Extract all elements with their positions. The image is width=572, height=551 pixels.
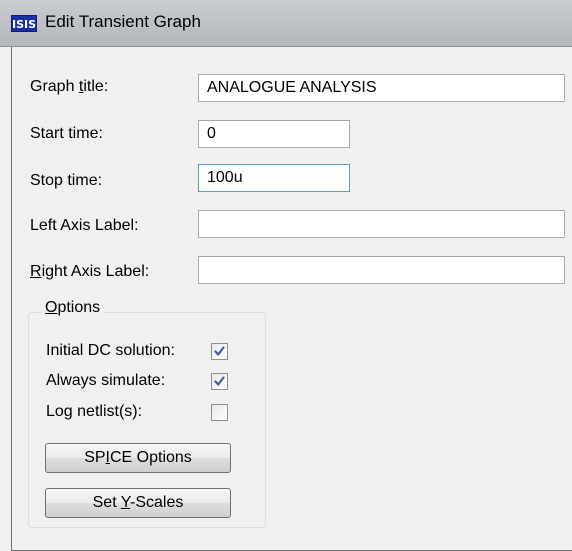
initial-dc-solution-checkbox[interactable] [211,343,228,360]
graph-title-label: Graph title: [30,78,109,95]
start-time-input[interactable]: 0 [198,120,350,148]
stop-time-input[interactable]: 100u [198,164,350,192]
svg-text:ISIS: ISIS [12,18,36,31]
right-axis-label-input[interactable] [198,256,565,284]
set-y-scales-button[interactable]: Set Y-Scales [45,488,231,518]
initial-dc-solution-label: Initial DC solution: [46,342,175,359]
always-simulate-checkbox[interactable] [211,373,228,390]
right-axis-label-label: Right Axis Label: [30,263,150,280]
options-group-title: Options [42,299,104,317]
log-netlists-checkbox[interactable] [211,404,228,421]
stop-time-label: Stop time: [30,172,103,189]
left-axis-label-input[interactable] [198,210,565,238]
left-axis-label-label: Left Axis Label: [30,217,139,234]
graph-title-input[interactable]: ANALOGUE ANALYSIS [198,74,565,102]
edit-transient-graph-dialog: ISIS Edit Transient Graph Graph title: A… [0,0,572,551]
dialog-body: Graph title: ANALOGUE ANALYSIS Start tim… [11,47,572,551]
check-mark-icon [214,346,225,356]
spice-options-button[interactable]: SPICE Options [45,443,231,473]
window-title: Edit Transient Graph [45,12,201,31]
log-netlists-label: Log netlist(s): [46,403,143,420]
isis-app-icon: ISIS [11,15,37,32]
title-bar[interactable]: ISIS Edit Transient Graph [0,0,572,47]
always-simulate-label: Always simulate: [46,372,166,389]
start-time-label: Start time: [30,125,103,142]
check-mark-icon [214,376,225,386]
